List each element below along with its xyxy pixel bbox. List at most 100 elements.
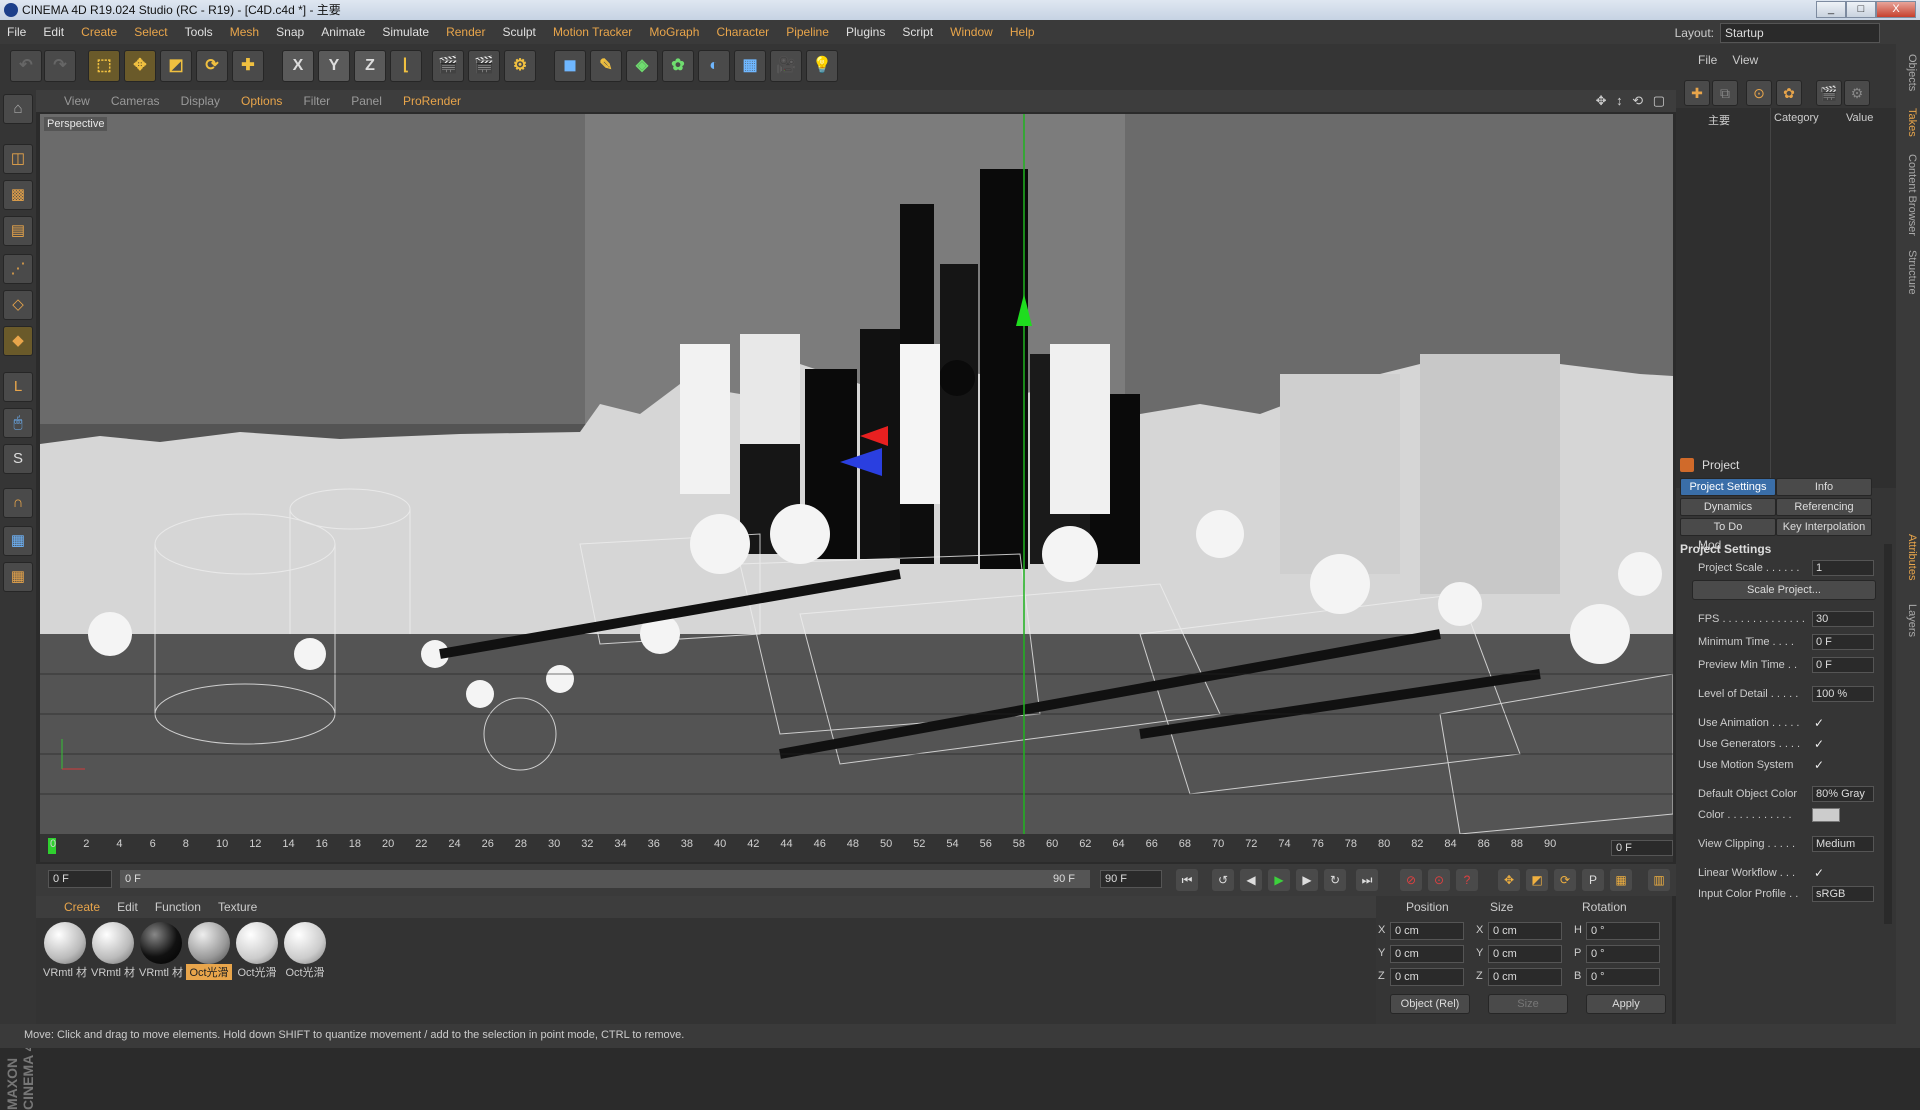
menu-simulate[interactable]: Simulate: [375, 20, 436, 44]
autokeying-icon[interactable]: ⊙: [1428, 869, 1450, 891]
coord-pos-y-field[interactable]: 0 cm: [1390, 945, 1464, 963]
take-main-label[interactable]: 主要: [1708, 112, 1730, 128]
take-override-icon[interactable]: ⊙: [1746, 80, 1772, 106]
viewport-perspective[interactable]: Perspective: [40, 114, 1673, 834]
viewport-menu-filter[interactable]: Filter: [294, 90, 339, 112]
minimum-time-field[interactable]: 0 F: [1812, 634, 1874, 650]
last-tool-icon[interactable]: ✚: [232, 50, 264, 82]
lock-workplane-icon[interactable]: ▦: [3, 526, 33, 556]
menu-file[interactable]: File: [0, 20, 33, 44]
scale-tool-icon[interactable]: ◩: [160, 50, 192, 82]
menu-select[interactable]: Select: [127, 20, 174, 44]
menu-snap[interactable]: Snap: [269, 20, 311, 44]
record-parameter-icon[interactable]: P: [1582, 869, 1604, 891]
coord-size-x-field[interactable]: 0 cm: [1488, 922, 1562, 940]
record-position-icon[interactable]: ✥: [1498, 869, 1520, 891]
take-settings-icon[interactable]: ⚙: [1844, 80, 1870, 106]
snapping-icon[interactable]: S: [3, 444, 33, 474]
y-axis-lock-button[interactable]: Y: [318, 50, 350, 82]
menu-script[interactable]: Script: [895, 20, 940, 44]
take-clone-icon[interactable]: ⧉: [1712, 80, 1738, 106]
project-scale-field[interactable]: 1: [1812, 560, 1874, 576]
viewport-menu-options[interactable]: Options: [232, 90, 291, 112]
end-frame-field[interactable]: 90 F: [1100, 870, 1162, 888]
object-menu-view[interactable]: View: [1726, 50, 1764, 70]
floor-environment-icon[interactable]: ▦: [734, 50, 766, 82]
x-axis-lock-button[interactable]: X: [282, 50, 314, 82]
use-animation-checkbox[interactable]: ✓: [1814, 713, 1824, 733]
rotate-tool-icon[interactable]: ⟳: [196, 50, 228, 82]
next-frame-icon[interactable]: ▶: [1296, 869, 1318, 891]
menu-render[interactable]: Render: [439, 20, 492, 44]
light-icon[interactable]: 💡: [806, 50, 838, 82]
viewport-menu-cameras[interactable]: Cameras: [102, 90, 169, 112]
points-mode-icon[interactable]: ⋰: [3, 254, 33, 284]
coord-apply-button[interactable]: Apply: [1586, 994, 1666, 1014]
fps-field[interactable]: 30: [1812, 611, 1874, 627]
model-mode-icon[interactable]: ◫: [3, 144, 33, 174]
preview-min-time-field[interactable]: 0 F: [1812, 657, 1874, 673]
go-to-start-icon[interactable]: ⏮: [1176, 869, 1198, 891]
move-tool-icon[interactable]: ✥: [124, 50, 156, 82]
use-motion-system-checkbox[interactable]: ✓: [1814, 755, 1824, 775]
material-swatch[interactable]: Oct光滑: [282, 922, 328, 982]
tweak-mode-icon[interactable]: 🖱: [3, 408, 33, 438]
viewport-menu-panel[interactable]: Panel: [342, 90, 391, 112]
menu-mograph[interactable]: MoGraph: [642, 20, 706, 44]
menu-pipeline[interactable]: Pipeline: [779, 20, 836, 44]
menu-character[interactable]: Character: [709, 20, 776, 44]
coord-size-y-field[interactable]: 0 cm: [1488, 945, 1562, 963]
side-tab-objects[interactable]: Objects: [1898, 54, 1918, 91]
material-swatch[interactable]: VRmtl 材: [42, 922, 88, 982]
view-clipping-dropdown[interactable]: Medium: [1812, 836, 1874, 852]
layout-dropdown[interactable]: Startup: [1720, 23, 1880, 43]
render-picture-viewer-icon[interactable]: 🎬: [468, 50, 500, 82]
record-rotation-icon[interactable]: ⟳: [1554, 869, 1576, 891]
coord-rot-p-field[interactable]: 0 °: [1586, 945, 1660, 963]
mograph-cloner-icon[interactable]: ✿: [662, 50, 694, 82]
camera-icon[interactable]: 🎥: [770, 50, 802, 82]
edges-mode-icon[interactable]: ◇: [3, 290, 33, 320]
timeline-ruler[interactable]: 0 2 4 6 8 10 12 14 16 18 20 22 24 26 28 30 32 34 36 38 40 42 4…: [40, 834, 1673, 862]
axis-mode-icon[interactable]: L: [3, 372, 33, 402]
take-auto-icon[interactable]: ✿: [1776, 80, 1802, 106]
make-editable-icon[interactable]: ⌂: [3, 94, 33, 124]
side-tab-content-browser[interactable]: Content Browser: [1898, 154, 1918, 236]
current-frame-field[interactable]: 0 F: [1611, 840, 1673, 856]
next-keyframe-icon[interactable]: ↻: [1324, 869, 1346, 891]
default-object-color-dropdown[interactable]: 80% Gray: [1812, 786, 1874, 802]
frame-range-slider[interactable]: 0 F 90 F: [120, 870, 1090, 888]
live-selection-icon[interactable]: ⬚: [88, 50, 120, 82]
side-tab-takes[interactable]: Takes: [1898, 108, 1918, 137]
minimize-button[interactable]: _: [1816, 1, 1846, 18]
coord-pos-x-field[interactable]: 0 cm: [1390, 922, 1464, 940]
color-swatch[interactable]: [1812, 808, 1840, 822]
side-tab-layers[interactable]: Layers: [1898, 604, 1918, 637]
viewport-menu-prorender[interactable]: ProRender: [394, 90, 470, 112]
viewport-navigation-icons[interactable]: ✥ ↕ ⟲ ▢: [1596, 90, 1668, 112]
takes-list[interactable]: 主要 Category Value: [1676, 108, 1896, 488]
previous-keyframe-icon[interactable]: ↺: [1212, 869, 1234, 891]
tab-dynamics[interactable]: Dynamics: [1680, 498, 1776, 516]
polygons-mode-icon[interactable]: ◆: [3, 326, 33, 356]
object-menu-file[interactable]: File: [1676, 50, 1723, 70]
start-frame-field[interactable]: 0 F: [48, 870, 112, 888]
tab-to-do[interactable]: To Do: [1680, 518, 1776, 536]
pen-spline-icon[interactable]: ✎: [590, 50, 622, 82]
magnet-icon[interactable]: ∩: [3, 488, 33, 518]
go-to-end-icon[interactable]: ⏭: [1356, 869, 1378, 891]
level-of-detail-field[interactable]: 100 %: [1812, 686, 1874, 702]
redo-icon[interactable]: ↷: [44, 50, 76, 82]
render-view-icon[interactable]: 🎬: [432, 50, 464, 82]
menu-edit[interactable]: Edit: [36, 20, 71, 44]
size-mode-dropdown[interactable]: Size: [1488, 994, 1568, 1014]
viewport-menu-view[interactable]: View: [36, 90, 99, 112]
keyframe-selection-icon[interactable]: ?: [1456, 869, 1478, 891]
material-menu-texture[interactable]: Texture: [211, 896, 264, 918]
menu-plugins[interactable]: Plugins: [839, 20, 892, 44]
coord-pos-z-field[interactable]: 0 cm: [1390, 968, 1464, 986]
tab-referencing[interactable]: Referencing: [1776, 498, 1872, 516]
undo-icon[interactable]: ↶: [10, 50, 42, 82]
material-menu-create[interactable]: Create: [36, 896, 107, 918]
maximize-button[interactable]: □: [1846, 1, 1876, 18]
